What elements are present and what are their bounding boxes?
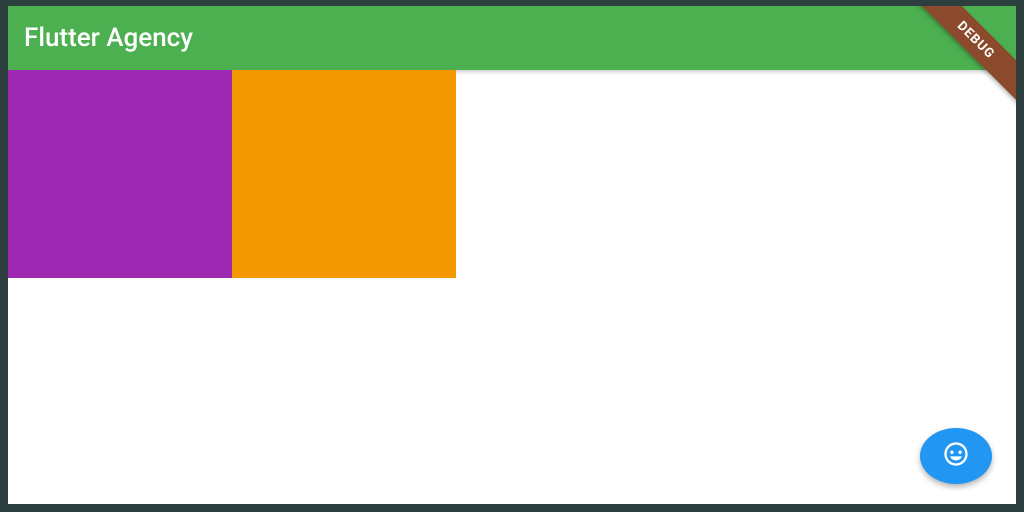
- smiley-icon: [942, 440, 970, 472]
- body-row: [8, 70, 1016, 278]
- color-box-orange: [232, 70, 456, 278]
- color-box-purple: [8, 70, 232, 278]
- app-scaffold: Flutter Agency DEBUG: [8, 6, 1016, 504]
- app-bar-title: Flutter Agency: [24, 23, 193, 53]
- app-bar: Flutter Agency: [8, 6, 1016, 70]
- floating-action-button[interactable]: [920, 428, 992, 484]
